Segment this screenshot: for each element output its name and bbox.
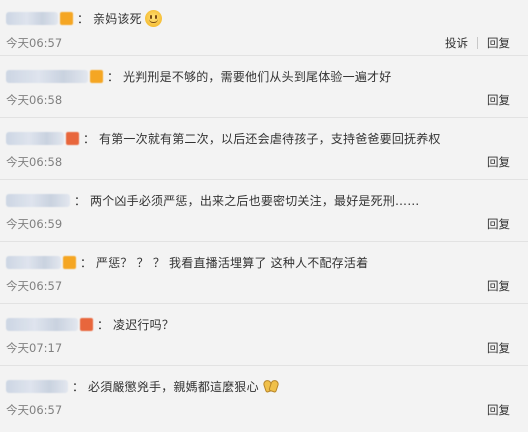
comment-actions: 回复 [487, 216, 510, 232]
comment-line: ： 光判刑是不够的，需要他们从头到尾体验一遍才好 [6, 66, 391, 86]
comment-line: ： 凌迟行吗？ [6, 314, 174, 334]
colon: ： [80, 255, 93, 270]
clapping-hands-icon [262, 378, 280, 394]
reply-button[interactable]: 回复 [487, 402, 510, 418]
comment-item: ： 亲妈该死 今天06:57 投诉 回复 [0, 0, 528, 56]
comment-list: ： 亲妈该死 今天06:57 投诉 回复 ： 光判刑是不够的，需要他们从头到尾体… [0, 0, 528, 432]
smile-face-icon [144, 9, 162, 27]
comment-line: ： 必須嚴懲兇手，親媽都這麼狠心 [6, 376, 280, 396]
comment-item: ： 凌迟行吗？ 今天07:17 回复 [0, 304, 528, 366]
comment-actions: 回复 [487, 154, 510, 170]
reply-button[interactable]: 回复 [487, 216, 510, 232]
comment-timestamp: 今天06:59 [6, 217, 63, 231]
username-link[interactable] [6, 255, 61, 269]
user-badge-icon [66, 131, 79, 145]
reply-button[interactable]: 回复 [487, 92, 510, 108]
colon: ： [72, 379, 85, 394]
colon: ： [83, 131, 96, 146]
comment-timestamp: 今天07:17 [6, 341, 63, 355]
comment-item: ： 有第一次就有第二次，以后还会虐待孩子，支持爸爸要回抚养权 今天06:58 回… [0, 118, 528, 180]
comment-timestamp: 今天06:57 [6, 36, 63, 50]
reply-button[interactable]: 回复 [487, 154, 510, 170]
colon: ： [97, 317, 110, 332]
user-badge-icon [80, 317, 93, 331]
comment-line: ： 亲妈该死 [6, 8, 162, 28]
comment-text: 严惩？ ？ ？ 我看直播活埋算了 这种人不配存活着 [96, 255, 369, 270]
username-link[interactable] [6, 11, 58, 25]
comment-item: ： 光判刑是不够的，需要他们从头到尾体验一遍才好 今天06:58 回复 [0, 56, 528, 118]
reply-button[interactable]: 回复 [487, 340, 510, 356]
comment-text: 亲妈该死 [93, 11, 142, 26]
comment-text: 光判刑是不够的，需要他们从头到尾体验一遍才好 [123, 69, 392, 84]
username-link[interactable] [6, 379, 68, 393]
comment-text: 两个凶手必须严惩，出来之后也要密切关注，最好是死刑…… [90, 193, 420, 208]
username-link[interactable] [6, 69, 88, 83]
comment-item: ： 两个凶手必须严惩，出来之后也要密切关注，最好是死刑…… 今天06:59 回复 [0, 180, 528, 242]
reply-button[interactable]: 回复 [487, 278, 510, 294]
user-badge-icon [63, 255, 76, 269]
comment-actions: 投诉 回复 [445, 35, 510, 51]
comment-line: ： 两个凶手必须严惩，出来之后也要密切关注，最好是死刑…… [6, 190, 419, 210]
reply-button[interactable]: 回复 [487, 35, 510, 51]
user-badge-icon [60, 11, 73, 25]
comment-text: 必須嚴懲兇手，親媽都這麼狠心 [88, 379, 259, 394]
comment-item: ： 必須嚴懲兇手，親媽都這麼狠心 今天06:57 回复 [0, 366, 528, 428]
comment-actions: 回复 [487, 92, 510, 108]
action-divider [477, 37, 478, 49]
comment-line: ： 有第一次就有第二次，以后还会虐待孩子，支持爸爸要回抚养权 [6, 128, 441, 148]
user-badge-icon [90, 69, 103, 83]
comment-actions: 回复 [487, 402, 510, 418]
username-link[interactable] [6, 131, 64, 145]
username-link[interactable] [6, 193, 70, 207]
comment-timestamp: 今天06:58 [6, 155, 63, 169]
comment-timestamp: 今天06:57 [6, 279, 63, 293]
comment-text: 有第一次就有第二次，以后还会虐待孩子，支持爸爸要回抚养权 [99, 131, 441, 146]
comment-timestamp: 今天06:58 [6, 93, 63, 107]
comment-item: ： 严惩？ ？ ？ 我看直播活埋算了 这种人不配存活着 今天06:57 回复 [0, 242, 528, 304]
comment-timestamp: 今天06:57 [6, 403, 63, 417]
comment-actions: 回复 [487, 340, 510, 356]
colon: ： [74, 193, 87, 208]
colon: ： [107, 69, 120, 84]
colon: ： [77, 11, 90, 26]
comment-actions: 回复 [487, 278, 510, 294]
report-button[interactable]: 投诉 [445, 35, 468, 51]
comment-text: 凌迟行吗？ [113, 317, 175, 332]
comment-line: ： 严惩？ ？ ？ 我看直播活埋算了 这种人不配存活着 [6, 252, 368, 272]
username-link[interactable] [6, 317, 78, 331]
